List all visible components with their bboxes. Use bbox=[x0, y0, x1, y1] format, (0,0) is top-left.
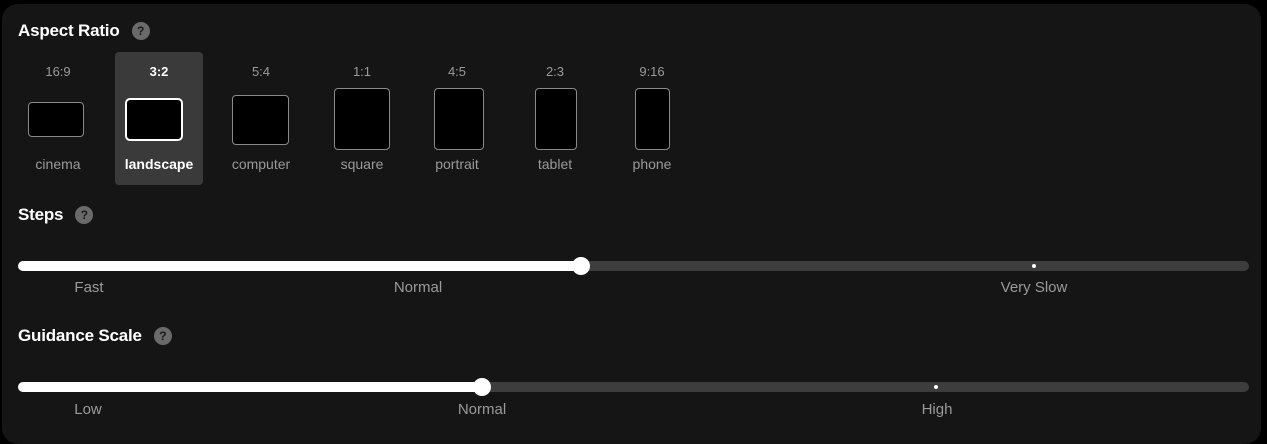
ratio-label: 2:3 bbox=[545, 64, 565, 79]
ratio-option-computer[interactable]: 5:4 computer bbox=[217, 52, 305, 185]
ratio-label: 16:9 bbox=[45, 64, 71, 79]
guidance-slider-fill bbox=[18, 382, 482, 392]
steps-slider[interactable] bbox=[18, 257, 1249, 275]
ratio-label: 3:2 bbox=[149, 64, 169, 79]
ratio-label: 9:16 bbox=[639, 64, 665, 79]
ratio-option-square[interactable]: 1:1 square bbox=[318, 52, 406, 185]
guidance-help-icon[interactable]: ? bbox=[153, 327, 172, 345]
ratio-option-landscape[interactable]: 3:2 landscape bbox=[115, 52, 203, 185]
guidance-label-low: Low bbox=[74, 401, 102, 418]
guidance-tick-dot bbox=[934, 385, 938, 389]
guidance-title: Guidance Scale bbox=[18, 326, 142, 345]
aspect-ratio-title: Aspect Ratio bbox=[18, 21, 120, 40]
steps-slider-thumb[interactable] bbox=[572, 257, 590, 275]
steps-help-icon[interactable]: ? bbox=[75, 206, 94, 224]
steps-title: Steps bbox=[18, 205, 64, 224]
ratio-name: portrait bbox=[435, 156, 479, 172]
ratio-option-portrait[interactable]: 4:5 portrait bbox=[413, 52, 501, 185]
ratio-label: 4:5 bbox=[447, 64, 467, 79]
ratio-label: 5:4 bbox=[251, 64, 271, 79]
ratio-preview-4-5 bbox=[434, 88, 484, 150]
steps-slider-fill bbox=[18, 261, 581, 271]
steps-label-very-slow: Very Slow bbox=[1000, 279, 1068, 296]
steps-tick-dot bbox=[1032, 264, 1036, 268]
ratio-preview-3-2 bbox=[125, 98, 183, 141]
ratio-preview-5-4 bbox=[232, 95, 289, 145]
ratio-name: phone bbox=[632, 156, 672, 172]
ratio-option-cinema[interactable]: 16:9 cinema bbox=[14, 52, 102, 185]
ratio-name: computer bbox=[231, 156, 291, 172]
guidance-label-high: High bbox=[921, 401, 953, 418]
ratio-name: cinema bbox=[35, 156, 81, 172]
steps-label-fast: Fast bbox=[74, 279, 104, 296]
ratio-preview-2-3 bbox=[535, 88, 577, 150]
guidance-slider-thumb[interactable] bbox=[473, 378, 491, 396]
guidance-label-normal: Normal bbox=[457, 401, 507, 418]
steps-label-normal: Normal bbox=[393, 279, 443, 296]
guidance-slider[interactable] bbox=[18, 378, 1249, 396]
ratio-option-tablet[interactable]: 2:3 tablet bbox=[511, 52, 599, 185]
ratio-name: tablet bbox=[537, 156, 573, 172]
ratio-preview-1-1 bbox=[334, 88, 390, 150]
ratio-preview-16-9 bbox=[28, 102, 84, 137]
ratio-name: landscape bbox=[124, 156, 194, 172]
aspect-ratio-help-icon[interactable]: ? bbox=[131, 22, 150, 40]
aspect-ratio-section-title: Aspect Ratio ? bbox=[18, 21, 150, 41]
ratio-preview-9-16 bbox=[635, 88, 670, 150]
ratio-name: square bbox=[340, 156, 384, 172]
ratio-label: 1:1 bbox=[352, 64, 372, 79]
guidance-section-title: Guidance Scale ? bbox=[18, 326, 172, 346]
ratio-option-phone[interactable]: 9:16 phone bbox=[608, 52, 696, 185]
steps-section-title: Steps ? bbox=[18, 205, 94, 225]
